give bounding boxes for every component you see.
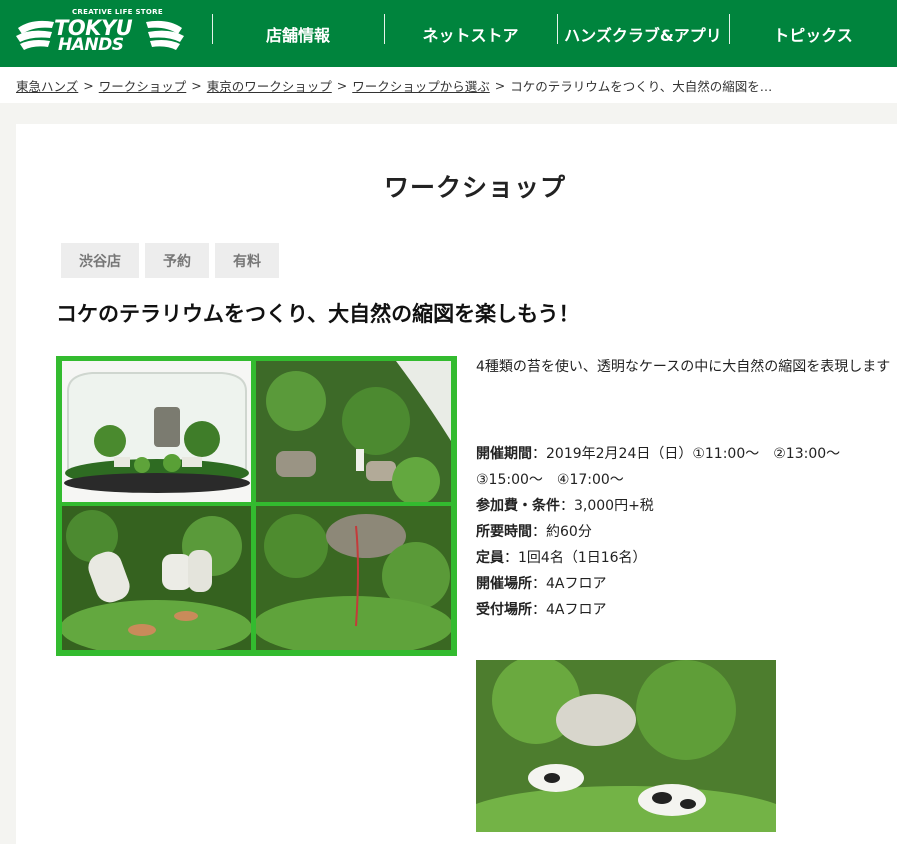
detail-separator: ： [532,602,546,618]
workshop-details: 開催期間：2019年2月24日（日）①11:00～ ②13:00～ ③15:00… [476,441,896,623]
terrarium-photo-3 [62,506,251,650]
breadcrumb-separator: > [336,77,348,93]
workshop-headline: コケのテラリウムをつくり、大自然の縮図を楽しもう！ [56,302,580,326]
breadcrumb-link-workshop[interactable]: ワークショップ [99,76,187,95]
detail-label: 定員 [476,550,504,566]
main-nav: 店舗情報 ネットストア ハンズクラブ&アプリ トピックス [212,0,897,67]
breadcrumb-link-choose-workshop[interactable]: ワークショップから選ぶ [352,76,490,95]
detail-separator: ： [532,446,546,462]
detail-row: 参加費・条件：3,000円+税 [476,493,896,519]
site-header: CREATIVE LIFE STORE TOKYU HANDS 店舗情報 ネット… [0,0,897,67]
detail-value: 4Aフロア [546,602,607,618]
detail-label: 所要時間 [476,524,532,540]
detail-label: 受付場所 [476,602,532,618]
workshop-description: 4種類の苔を使い、透明なケースの中に大自然の縮図を表現します [476,359,891,375]
detail-value: 3,000円+税 [574,498,654,514]
detail-value: 4Aフロア [546,576,607,592]
detail-label: 参加費・条件 [476,498,560,514]
detail-separator: ： [504,550,518,566]
tag-store: 渋谷店 [61,243,139,278]
breadcrumb-link-tokyo-workshop[interactable]: 東京のワークショップ [207,76,332,95]
detail-separator: ： [532,524,546,540]
detail-separator: ： [560,498,574,514]
detail-row: 所要時間：約60分 [476,519,896,545]
detail-row: 受付場所：4Aフロア [476,597,896,623]
logo-text-hands: HANDS [58,35,124,55]
nav-net-store[interactable]: ネットストア [384,0,557,67]
page-title: ワークショップ [383,173,566,202]
breadcrumb: 東急ハンズ > ワークショップ > 東京のワークショップ > ワークショップから… [0,67,897,103]
detail-value: 1回4名（1日16名） [518,550,647,566]
terrarium-photo-closeup [476,660,776,832]
terrarium-photo-2 [256,361,451,502]
detail-row: 定員：1回4名（1日16名） [476,545,896,571]
breadcrumb-separator: > [191,77,202,93]
breadcrumb-link-home[interactable]: 東急ハンズ [16,76,78,95]
breadcrumb-separator: > [83,77,94,93]
breadcrumb-separator: > [494,77,506,93]
detail-label: 開催期間 [476,446,532,462]
terrarium-photo-4 [256,506,451,650]
detail-row: 開催場所：4Aフロア [476,571,896,597]
detail-separator: ： [532,576,546,592]
tag-reservation: 予約 [145,243,209,278]
tag-list: 渋谷店 予約 有料 [61,243,279,278]
detail-label: 開催場所 [476,576,532,592]
nav-hands-club-app[interactable]: ハンズクラブ&アプリ [557,0,729,67]
nav-topics[interactable]: トピックス [729,0,897,67]
nav-store-info[interactable]: 店舗情報 [212,0,384,67]
terrarium-photo-1 [62,361,251,502]
tokyu-hands-logo[interactable]: CREATIVE LIFE STORE TOKYU HANDS [14,8,186,56]
breadcrumb-current: コケのテラリウムをつくり、大自然の縮図を… [510,78,773,94]
logo-tagline: CREATIVE LIFE STORE [72,8,163,16]
detail-value: 約60分 [546,524,592,540]
photo-grid [56,356,457,656]
detail-row: 開催期間：2019年2月24日（日）①11:00～ ②13:00～ ③15:00… [476,441,896,493]
tag-paid: 有料 [215,243,279,278]
